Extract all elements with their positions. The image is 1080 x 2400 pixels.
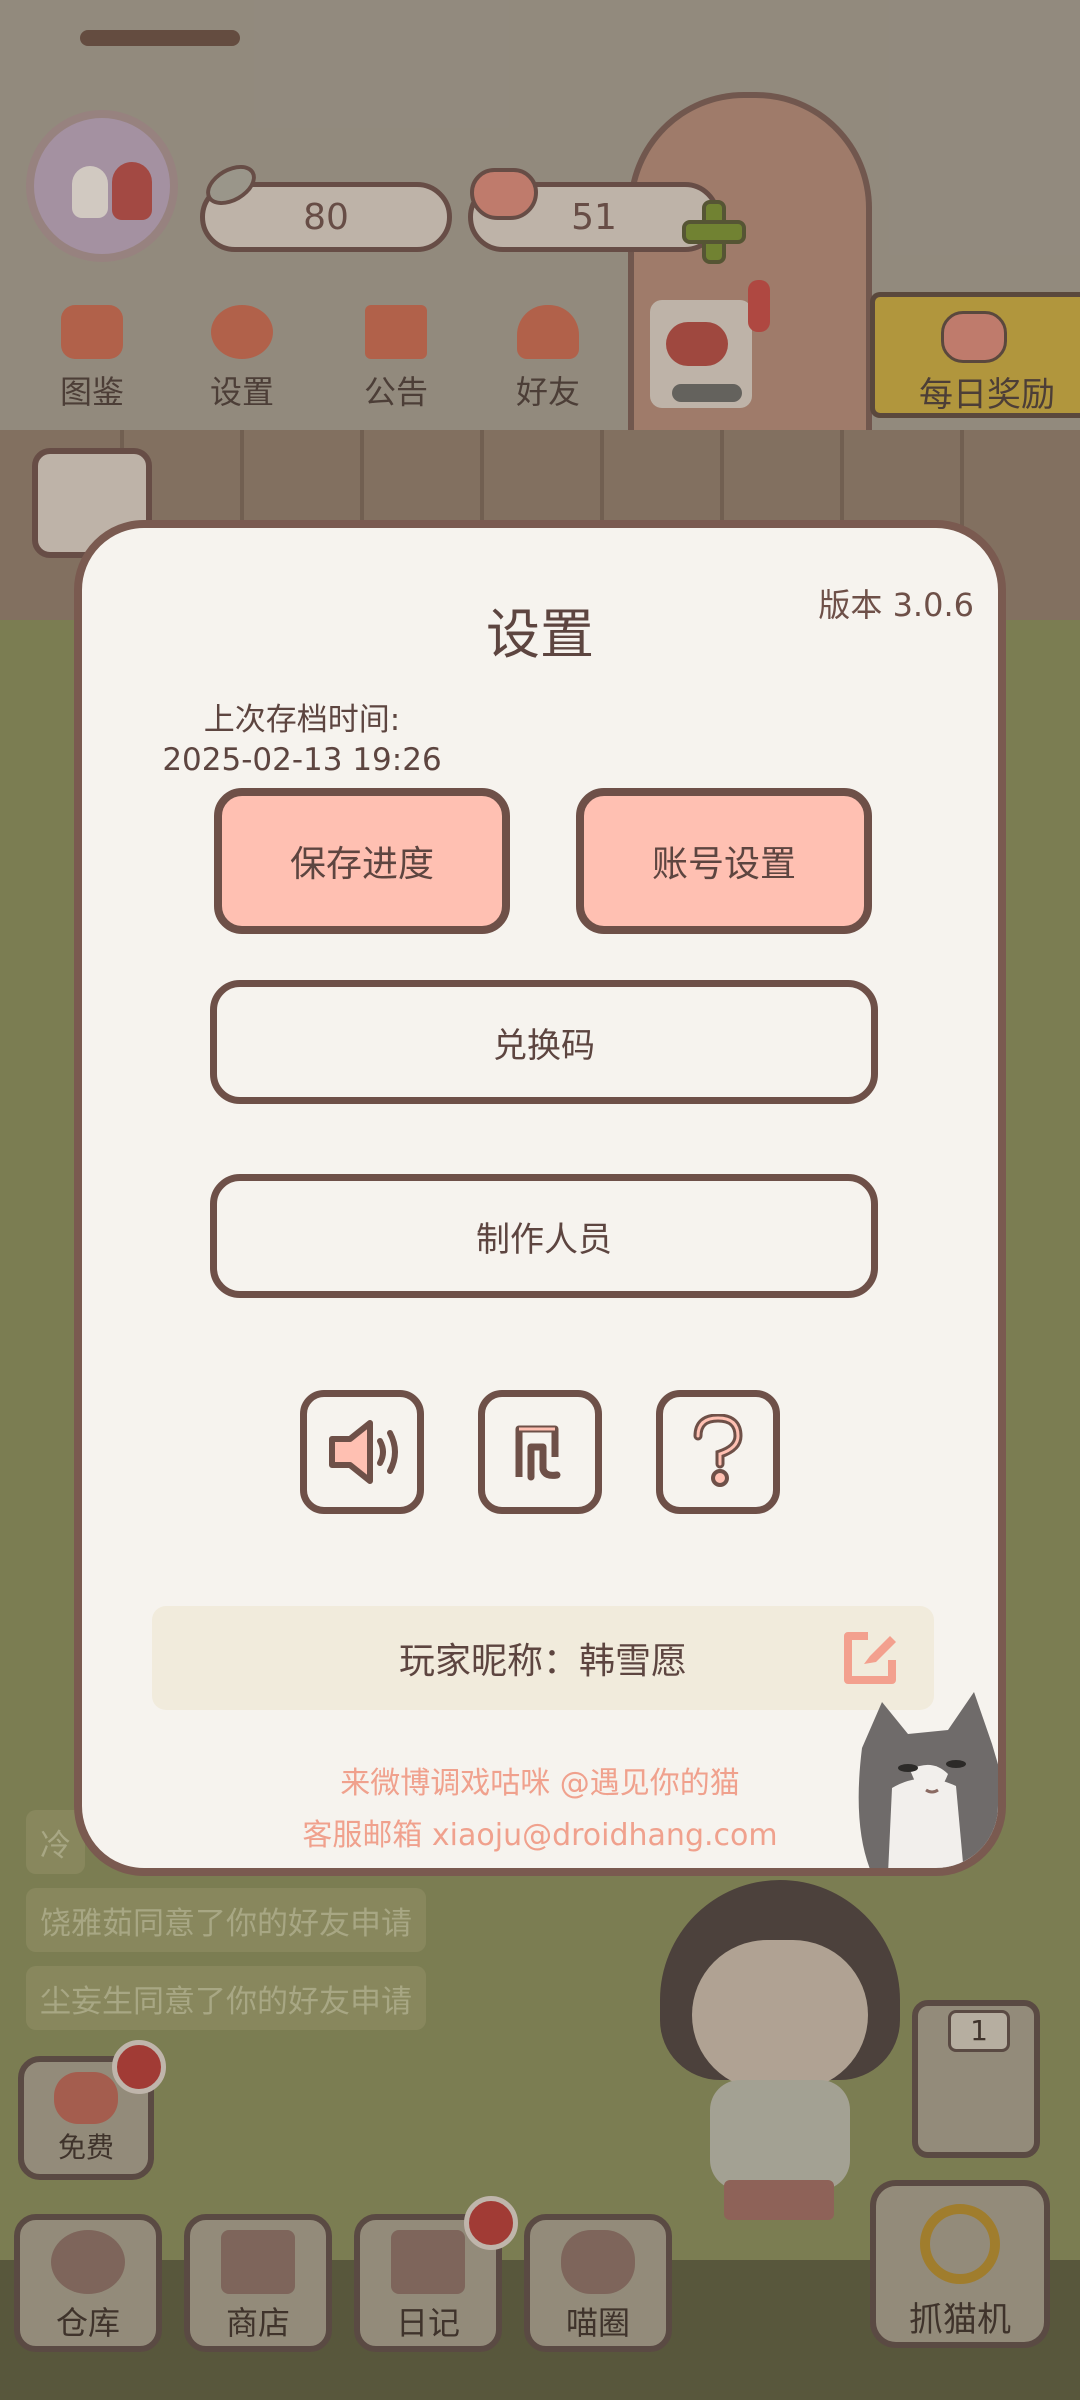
save-progress-button[interactable]: 保存进度 — [214, 788, 510, 934]
last-save-info: 上次存档时间: 2025-02-13 19:26 — [162, 700, 442, 780]
account-settings-label: 账号设置 — [651, 844, 796, 885]
help-icon — [693, 1414, 743, 1487]
redeem-code-button[interactable]: 兑换码 — [210, 980, 878, 1104]
music-toggle-button[interactable] — [478, 1390, 602, 1514]
speaker-icon — [329, 1420, 398, 1484]
sound-toggle-button[interactable] — [300, 1390, 424, 1514]
cat-photo — [858, 1692, 998, 1868]
save-progress-label: 保存进度 — [289, 844, 434, 885]
version-label: 版本 3.0.6 — [818, 586, 974, 624]
settings-dialog: 设置 版本 3.0.6 上次存档时间: 2025-02-13 19:26 保存进… — [74, 520, 1006, 1876]
last-save-time: 2025-02-13 19:26 — [162, 742, 442, 778]
help-button[interactable] — [656, 1390, 780, 1514]
redeem-code-label: 兑换码 — [493, 1025, 595, 1066]
account-settings-button[interactable]: 账号设置 — [576, 788, 872, 934]
nickname-bar: 玩家昵称：韩雪愿 — [152, 1606, 934, 1710]
last-save-label: 上次存档时间: — [203, 702, 401, 738]
credits-label: 制作人员 — [476, 1219, 612, 1260]
music-icon — [515, 1425, 561, 1481]
credits-button[interactable]: 制作人员 — [210, 1174, 878, 1298]
nickname-text: 玩家昵称：韩雪愿 — [398, 1641, 687, 1682]
